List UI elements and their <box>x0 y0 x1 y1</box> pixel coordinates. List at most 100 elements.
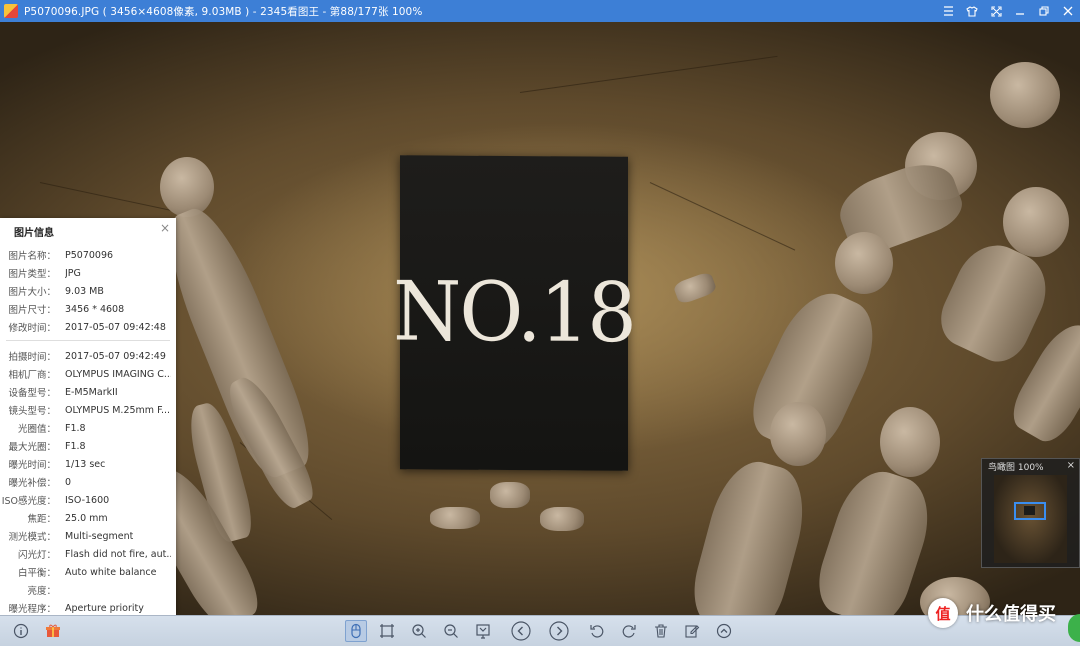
info-key: 白平衡： <box>17 568 56 579</box>
info-value: 2017-05-07 09:42:49 <box>65 350 166 362</box>
info-value: OLYMPUS IMAGING C... <box>65 368 171 380</box>
fit-window-icon[interactable] <box>377 621 397 641</box>
info-row: 白平衡： Auto white balance <box>0 563 176 581</box>
actual-size-icon[interactable] <box>473 621 493 641</box>
info-row: 设备型号： E-M5MarkII <box>0 383 176 401</box>
figurine-head <box>160 157 214 217</box>
info-value: Aperture priority <box>65 602 144 614</box>
rotate-left-icon[interactable] <box>587 621 607 641</box>
rubble <box>540 507 584 531</box>
info-value: OLYMPUS M.25mm F... <box>65 404 171 416</box>
info-row: 曝光补偿： 0 <box>0 473 176 491</box>
info-key: 光圈值： <box>17 424 56 435</box>
info-key: 曝光时间： <box>8 460 56 471</box>
navigator-thumbnail[interactable] <box>994 475 1067 563</box>
figurine-head <box>835 232 893 294</box>
info-icon[interactable] <box>11 621 31 641</box>
edit-icon[interactable] <box>682 621 702 641</box>
restore-icon[interactable] <box>1032 0 1056 22</box>
info-row: 图片类型： JPG <box>0 264 176 282</box>
close-icon[interactable]: × <box>160 221 170 235</box>
info-key: 闪光灯： <box>17 550 56 561</box>
minimize-icon[interactable] <box>1008 0 1032 22</box>
window-title: P5070096.JPG ( 3456×4608像素, 9.03MB ) - 2… <box>24 5 423 18</box>
info-row: 修改时间： 2017-05-07 09:42:48 <box>0 318 176 336</box>
info-key: 焦距： <box>27 514 56 525</box>
info-value: 25.0 mm <box>65 512 108 524</box>
info-row: 相机厂商： OLYMPUS IMAGING C... <box>0 365 176 383</box>
soil-crack <box>39 182 178 213</box>
info-key: 设备型号： <box>8 388 56 399</box>
rubble <box>490 482 530 508</box>
soil-crack <box>649 182 796 251</box>
info-row: 闪光灯： Flash did not fire, aut... <box>0 545 176 563</box>
info-row: 曝光时间： 1/13 sec <box>0 455 176 473</box>
info-row: 拍摄时间： 2017-05-07 09:42:49 <box>0 347 176 365</box>
info-key: 镜头型号： <box>8 406 56 417</box>
exif-info-section: 拍摄时间： 2017-05-07 09:42:49 相机厂商： OLYMPUS IMA… <box>0 347 176 617</box>
info-value: Flash did not fire, aut... <box>65 548 171 560</box>
info-key: 修改时间： <box>8 323 56 334</box>
info-value: 0 <box>65 476 72 488</box>
zoom-out-icon[interactable] <box>441 621 461 641</box>
info-value: 2017-05-07 09:42:48 <box>65 321 166 333</box>
watermark-logo: 值 <box>928 598 958 628</box>
app-logo-icon <box>4 4 18 18</box>
fullscreen-icon[interactable] <box>984 0 1008 22</box>
figurine-body <box>809 461 941 615</box>
more-icon[interactable] <box>714 621 734 641</box>
image-info-panel: 图片信息 × 图片名称： P5070096 图片类型： JPG 图片大小： 9.03 MB… <box>0 218 176 615</box>
info-value: F1.8 <box>65 440 86 452</box>
figurine-head <box>1003 187 1069 257</box>
info-key: 图片大小： <box>8 287 56 298</box>
delete-icon[interactable] <box>651 621 671 641</box>
info-row: 焦距： 25.0 mm <box>0 509 176 527</box>
info-key: 曝光程序： <box>8 604 56 615</box>
info-row: 最大光圈： F1.8 <box>0 437 176 455</box>
navigator-viewport[interactable] <box>1014 502 1046 520</box>
zoom-in-icon[interactable] <box>409 621 429 641</box>
info-value: Auto white balance <box>65 566 157 578</box>
info-value: F1.8 <box>65 422 86 434</box>
info-row: ISO感光度： ISO-1600 <box>0 491 176 509</box>
figurine-head <box>990 62 1060 128</box>
watermark-text: 什么值得买 <box>966 604 1056 625</box>
close-icon[interactable] <box>1056 0 1080 22</box>
info-key: 曝光补偿： <box>8 478 56 489</box>
info-key: 图片类型： <box>8 269 56 280</box>
info-row: 亮度： <box>0 581 176 599</box>
info-value: 9.03 MB <box>65 285 104 297</box>
info-row: 图片大小： 9.03 MB <box>0 282 176 300</box>
info-row: 光圈值： F1.8 <box>0 419 176 437</box>
prev-icon[interactable] <box>510 620 532 642</box>
info-row: 测光模式： Multi-segment <box>0 527 176 545</box>
figurine-body <box>152 198 323 485</box>
divider <box>6 340 170 341</box>
gift-icon[interactable] <box>43 621 63 641</box>
window-controls <box>936 0 1080 22</box>
info-key: 相机厂商： <box>8 370 56 381</box>
soil-crack <box>519 55 778 93</box>
info-value: ISO-1600 <box>65 494 110 506</box>
info-key: 最大光圈： <box>8 442 56 453</box>
skin-icon[interactable] <box>960 0 984 22</box>
menu-icon[interactable] <box>936 0 960 22</box>
close-icon[interactable]: × <box>1067 460 1075 471</box>
info-key: 亮度： <box>27 586 56 597</box>
rotate-right-icon[interactable] <box>619 621 639 641</box>
navigator-panel: 鸟瞰图 100% × <box>981 458 1080 568</box>
info-key: ISO感光度： <box>1 496 56 507</box>
info-value: E-M5MarkII <box>65 386 118 398</box>
file-info-section: 图片名称： P5070096 图片类型： JPG 图片大小： 9.03 MB 图片尺寸： 34… <box>0 246 176 336</box>
info-value: JPG <box>65 267 81 279</box>
info-panel-title: 图片信息 <box>14 228 54 239</box>
figurine-body <box>684 453 816 615</box>
next-icon[interactable] <box>548 620 570 642</box>
title-bar: P5070096.JPG ( 3456×4608像素, 9.03MB ) - 2… <box>0 0 1080 22</box>
info-value: Multi-segment <box>65 530 134 542</box>
info-key: 图片尺寸： <box>8 305 56 316</box>
info-key: 拍摄时间： <box>8 352 56 363</box>
info-key: 测光模式： <box>8 532 56 543</box>
pan-mode-icon[interactable] <box>345 620 367 642</box>
sign-text: NO.18 <box>393 264 635 362</box>
